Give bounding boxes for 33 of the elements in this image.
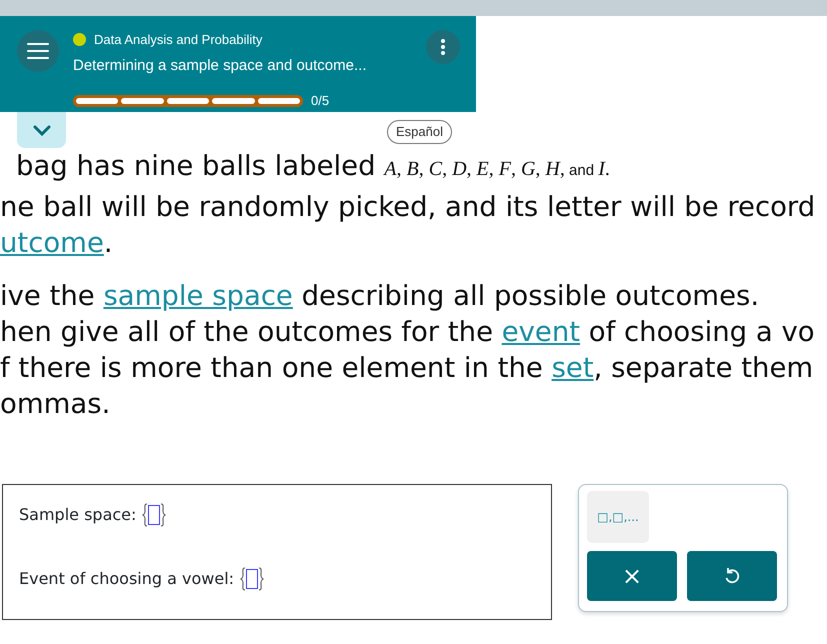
more-options-icon	[441, 39, 445, 55]
set-template-button[interactable]: □,□,...	[587, 491, 649, 543]
more-options-button[interactable]	[426, 30, 460, 64]
category-label: Data Analysis and Probability	[94, 31, 262, 49]
expand-button[interactable]	[17, 112, 66, 148]
menu-button[interactable]	[17, 30, 59, 72]
glossary-link[interactable]: event	[502, 316, 580, 348]
problem-text-line: utcome.	[0, 226, 113, 261]
clear-button[interactable]: ×	[587, 551, 677, 601]
language-button[interactable]: Español	[387, 120, 452, 144]
problem-text-line: ommas.	[0, 387, 110, 422]
set-input-field[interactable]	[142, 503, 166, 527]
glossary-link[interactable]: set	[552, 352, 594, 384]
brace-icon	[258, 567, 264, 591]
glossary-link[interactable]: sample space	[103, 280, 293, 312]
answer-label: Event of choosing a vowel:	[19, 568, 234, 590]
brace-icon	[240, 567, 246, 591]
chevron-down-icon	[32, 124, 50, 136]
menu-icon	[27, 43, 49, 59]
brace-icon	[160, 503, 166, 527]
brace-icon	[142, 503, 148, 527]
problem-text-line: ne ball will be randomly picked, and its letter will be record	[0, 190, 816, 225]
problem-text-line: hen give all of the outcomes for the event of choosing a vo	[0, 315, 815, 350]
problem-text-line: f there is more than one element in the set, separate them	[0, 351, 814, 386]
glossary-link[interactable]: utcome	[0, 227, 104, 259]
undo-icon	[724, 567, 740, 585]
progress-reading: 0/5	[311, 92, 330, 110]
answer-label: Sample space:	[19, 504, 136, 526]
set-input-field[interactable]	[240, 567, 264, 591]
status-dot	[73, 33, 86, 46]
problem-text-line: bag has nine balls labeled A, B, C, D, E, F, G, H, and I.	[16, 149, 610, 184]
lesson-title: Determining a sample space and outcome...	[73, 56, 368, 76]
problem-text-line: ive the sample space describing all possible outcomes.	[0, 279, 760, 314]
